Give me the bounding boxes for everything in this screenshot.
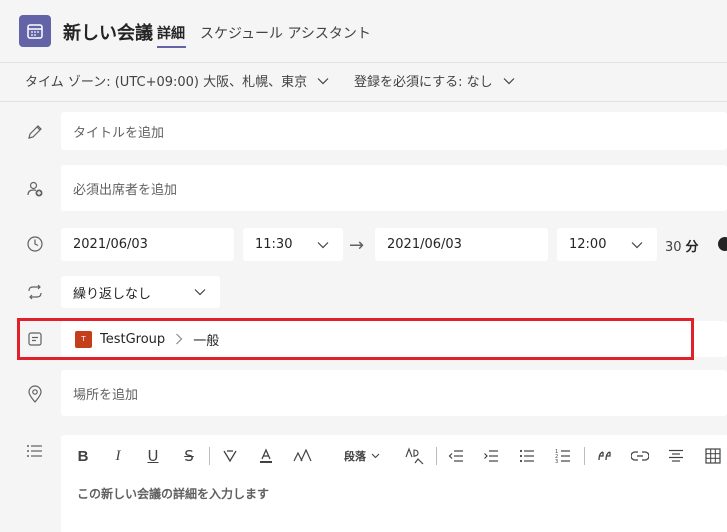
align-center-icon[interactable]: [667, 447, 685, 465]
location-input[interactable]: 場所を追加: [61, 370, 727, 416]
end-time-value: 12:00: [569, 237, 607, 252]
format-toolbar: B I U S 段落 123: [61, 435, 727, 477]
chevron-down-icon: [631, 241, 643, 248]
location-pin-icon: [24, 383, 46, 405]
registration-label: 登録を必須にする: なし: [354, 75, 493, 90]
header: 新しい会議 詳細 スケジュール アシスタント: [0, 0, 727, 62]
all-day-toggle[interactable]: [718, 237, 727, 251]
options-divider: [0, 101, 727, 102]
repeat-select[interactable]: 繰り返しなし: [61, 276, 220, 308]
highlight-icon[interactable]: [221, 447, 239, 465]
tab-details[interactable]: 詳細: [157, 23, 185, 43]
end-time-select[interactable]: 12:00: [557, 228, 657, 261]
timezone-label: タイム ゾーン: (UTC+09:00) 大阪、札幌、東京: [25, 75, 308, 90]
tab-scheduling-assistant[interactable]: スケジュール アシスタント: [200, 23, 371, 43]
link-icon[interactable]: [631, 447, 649, 465]
paragraph-label: 段落: [344, 450, 366, 463]
end-date-picker[interactable]: 2021/06/03: [375, 228, 548, 261]
start-time-value: 11:30: [255, 237, 293, 252]
start-date-value: 2021/06/03: [73, 237, 148, 252]
quote-icon[interactable]: [596, 447, 614, 465]
duration-value: 30: [665, 240, 682, 255]
toolbar-divider: [436, 447, 437, 465]
bold-icon[interactable]: B: [75, 447, 91, 465]
page-title: 新しい会議: [63, 23, 153, 44]
arrow-right-icon: →: [349, 235, 365, 256]
decrease-indent-icon[interactable]: [447, 447, 465, 465]
repeat-icon: [24, 281, 46, 303]
chevron-down-icon: [317, 77, 329, 84]
table-icon[interactable]: [704, 447, 722, 465]
title-input[interactable]: タイトルを追加: [61, 112, 727, 150]
repeat-value: 繰り返しなし: [73, 286, 152, 302]
registration-dropdown[interactable]: 登録を必須にする: なし: [354, 71, 515, 90]
start-date-picker[interactable]: 2021/06/03: [61, 228, 234, 261]
duration-unit: 分: [685, 240, 699, 255]
active-tab-indicator: [157, 46, 186, 48]
details-list-icon: [24, 440, 46, 462]
clear-format-icon[interactable]: [405, 447, 425, 465]
duration-label: 30 分: [665, 236, 699, 255]
add-person-icon: [24, 178, 46, 200]
calendar-icon: [19, 15, 51, 47]
toolbar-divider: [584, 447, 585, 465]
attendees-placeholder: 必須出席者を追加: [73, 182, 178, 198]
pencil-icon: [24, 121, 46, 143]
chevron-down-icon: [503, 77, 515, 84]
increase-indent-icon[interactable]: [482, 447, 500, 465]
bulleted-list-icon[interactable]: [518, 447, 536, 465]
toolbar-divider: [209, 447, 210, 465]
attendees-input[interactable]: 必須出席者を追加: [61, 165, 727, 211]
italic-icon[interactable]: I: [110, 447, 126, 465]
chevron-down-icon: [371, 453, 380, 459]
strikethrough-icon[interactable]: S: [181, 447, 197, 465]
end-date-value: 2021/06/03: [387, 237, 462, 252]
title-placeholder: タイトルを追加: [73, 125, 165, 141]
location-placeholder: 場所を追加: [73, 387, 139, 403]
chevron-down-icon: [194, 289, 206, 296]
channel-highlight-box: [17, 318, 694, 360]
clock-icon: [24, 233, 46, 255]
svg-text:3: 3: [555, 459, 558, 464]
details-placeholder: この新しい会議の詳細を入力します: [77, 487, 270, 501]
font-color-icon[interactable]: [257, 447, 275, 465]
paragraph-select[interactable]: 段落: [340, 447, 384, 465]
font-size-icon[interactable]: [293, 447, 313, 465]
start-time-select[interactable]: 11:30: [243, 228, 343, 261]
details-editor[interactable]: B I U S 段落 123 この新しい会議の詳細を入力します: [61, 435, 727, 532]
header-divider: [0, 62, 727, 63]
underline-icon[interactable]: U: [145, 447, 161, 465]
chevron-down-icon: [317, 241, 329, 248]
numbered-list-icon[interactable]: 123: [554, 447, 572, 465]
timezone-dropdown[interactable]: タイム ゾーン: (UTC+09:00) 大阪、札幌、東京: [25, 71, 329, 90]
